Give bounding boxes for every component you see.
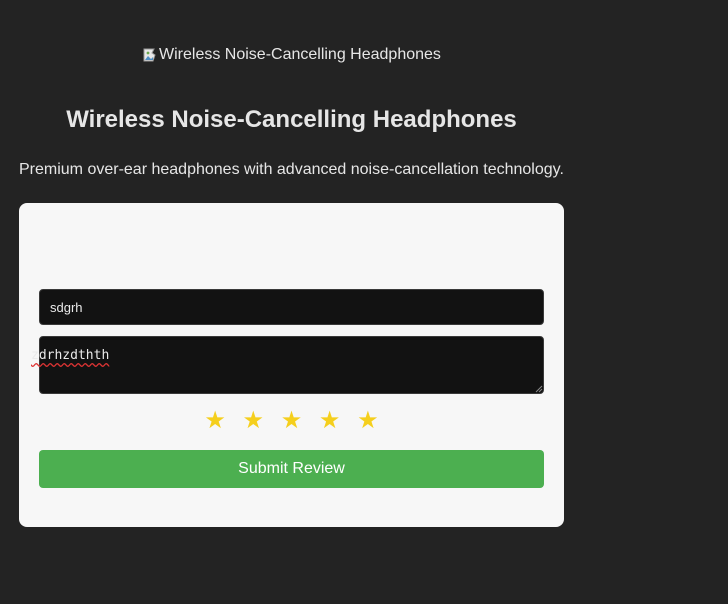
review-text-area[interactable] <box>39 336 544 394</box>
star-5-icon[interactable]: ★ <box>357 406 379 436</box>
submit-review-button[interactable]: Submit Review <box>39 450 544 488</box>
product-description: Premium over-ear headphones with advance… <box>19 161 564 178</box>
star-rating: ★ ★ ★ ★ ★ <box>19 406 564 436</box>
product-page: Wireless Noise-Cancelling Headphones Wir… <box>0 0 728 604</box>
review-form-card: Customer Reviews zdrhzdthth ★ ★ ★ ★ ★ Su… <box>19 203 564 527</box>
product-title: Wireless Noise-Cancelling Headphones <box>66 106 517 133</box>
star-2-icon[interactable]: ★ <box>243 406 265 436</box>
product-image-alt-text: Wireless Noise-Cancelling Headphones <box>159 46 441 63</box>
broken-image-icon <box>143 48 156 62</box>
star-4-icon[interactable]: ★ <box>319 406 341 436</box>
product-image: Wireless Noise-Cancelling Headphones <box>143 44 441 66</box>
reviews-heading: Customer Reviews <box>39 246 218 268</box>
star-1-icon[interactable]: ★ <box>204 406 226 436</box>
star-3-icon[interactable]: ★ <box>281 406 303 436</box>
reviewer-name-input[interactable] <box>39 289 544 325</box>
